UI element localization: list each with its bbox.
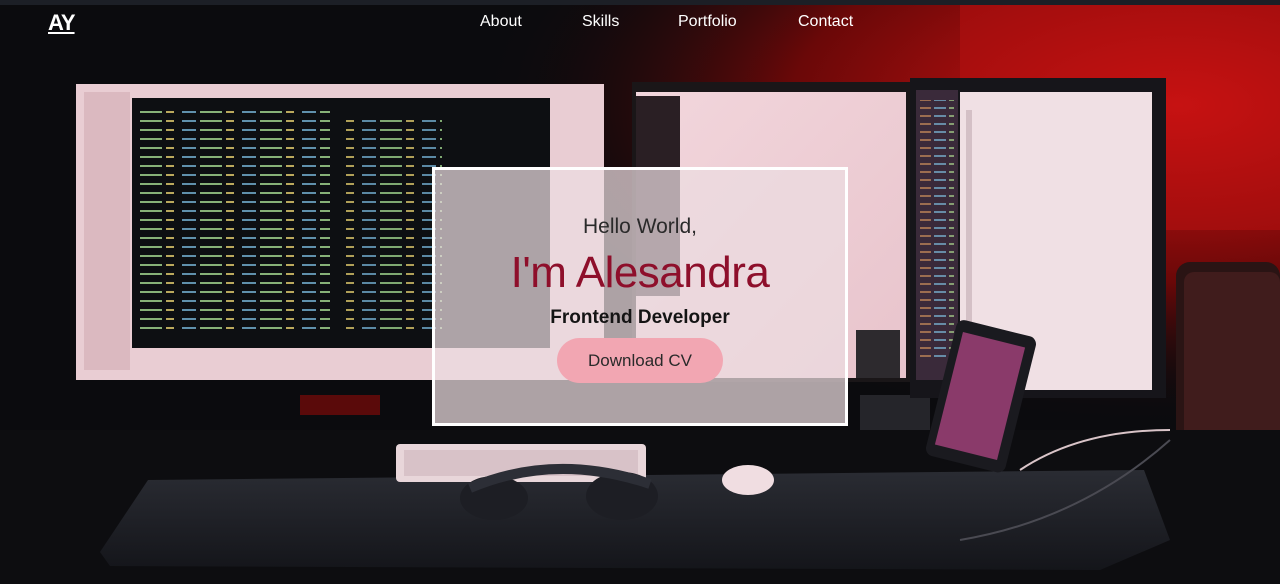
hero-card: Hello World, I'm Alesandra Frontend Deve… <box>432 167 848 426</box>
mouse <box>722 465 774 495</box>
nav-link-portfolio[interactable]: Portfolio <box>678 13 737 31</box>
hero-name: I'm Alesandra <box>510 248 770 297</box>
nav-link-contact[interactable]: Contact <box>798 13 853 31</box>
navbar: AY About Skills Portfolio Contact <box>0 5 1280 41</box>
hero-role: Frontend Developer <box>550 307 730 328</box>
nav-link-skills[interactable]: Skills <box>582 13 619 31</box>
nav-link-about[interactable]: About <box>480 13 522 31</box>
hero-section: AY About Skills Portfolio Contact Hello … <box>0 0 1280 584</box>
download-cv-button[interactable]: Download CV <box>557 338 723 383</box>
right-monitor <box>910 78 1166 398</box>
nav-links: About Skills Portfolio Contact <box>0 13 1280 35</box>
hero-greeting: Hello World, <box>583 215 697 238</box>
